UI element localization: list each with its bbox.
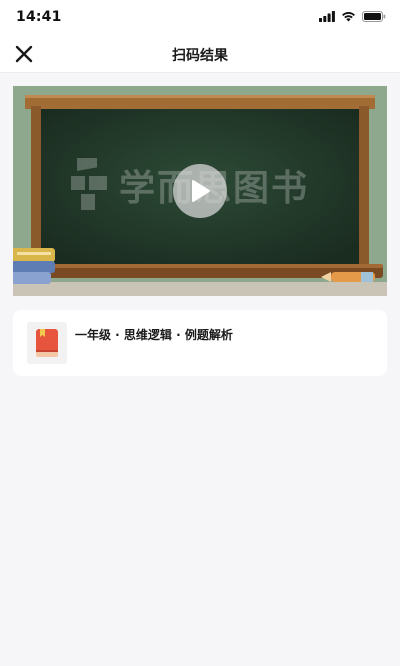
status-time: 14:41	[16, 9, 62, 25]
book-thumbnail	[27, 322, 67, 364]
play-button[interactable]	[173, 164, 227, 218]
status-bar: 14:41	[0, 0, 400, 36]
wifi-icon	[342, 12, 355, 22]
watermark-logo-icon	[71, 158, 107, 210]
nav-bar: 扫码结果	[0, 36, 400, 73]
video-player[interactable]: 学而思图书	[13, 86, 387, 296]
battery-icon	[362, 11, 386, 22]
scan-result-screen: 14:41 扫码结果 一年级 · 思维逻辑 · 例题解析	[0, 0, 400, 666]
book-card[interactable]: 一年级 · 思维逻辑 · 例题解析	[13, 310, 387, 376]
book-icon	[36, 329, 58, 357]
page-title: 扫码结果	[172, 48, 228, 64]
play-icon	[192, 180, 210, 202]
signal-icon	[319, 11, 335, 22]
status-icons	[319, 11, 386, 22]
book-title: 一年级 · 思维逻辑 · 例题解析	[75, 328, 233, 342]
